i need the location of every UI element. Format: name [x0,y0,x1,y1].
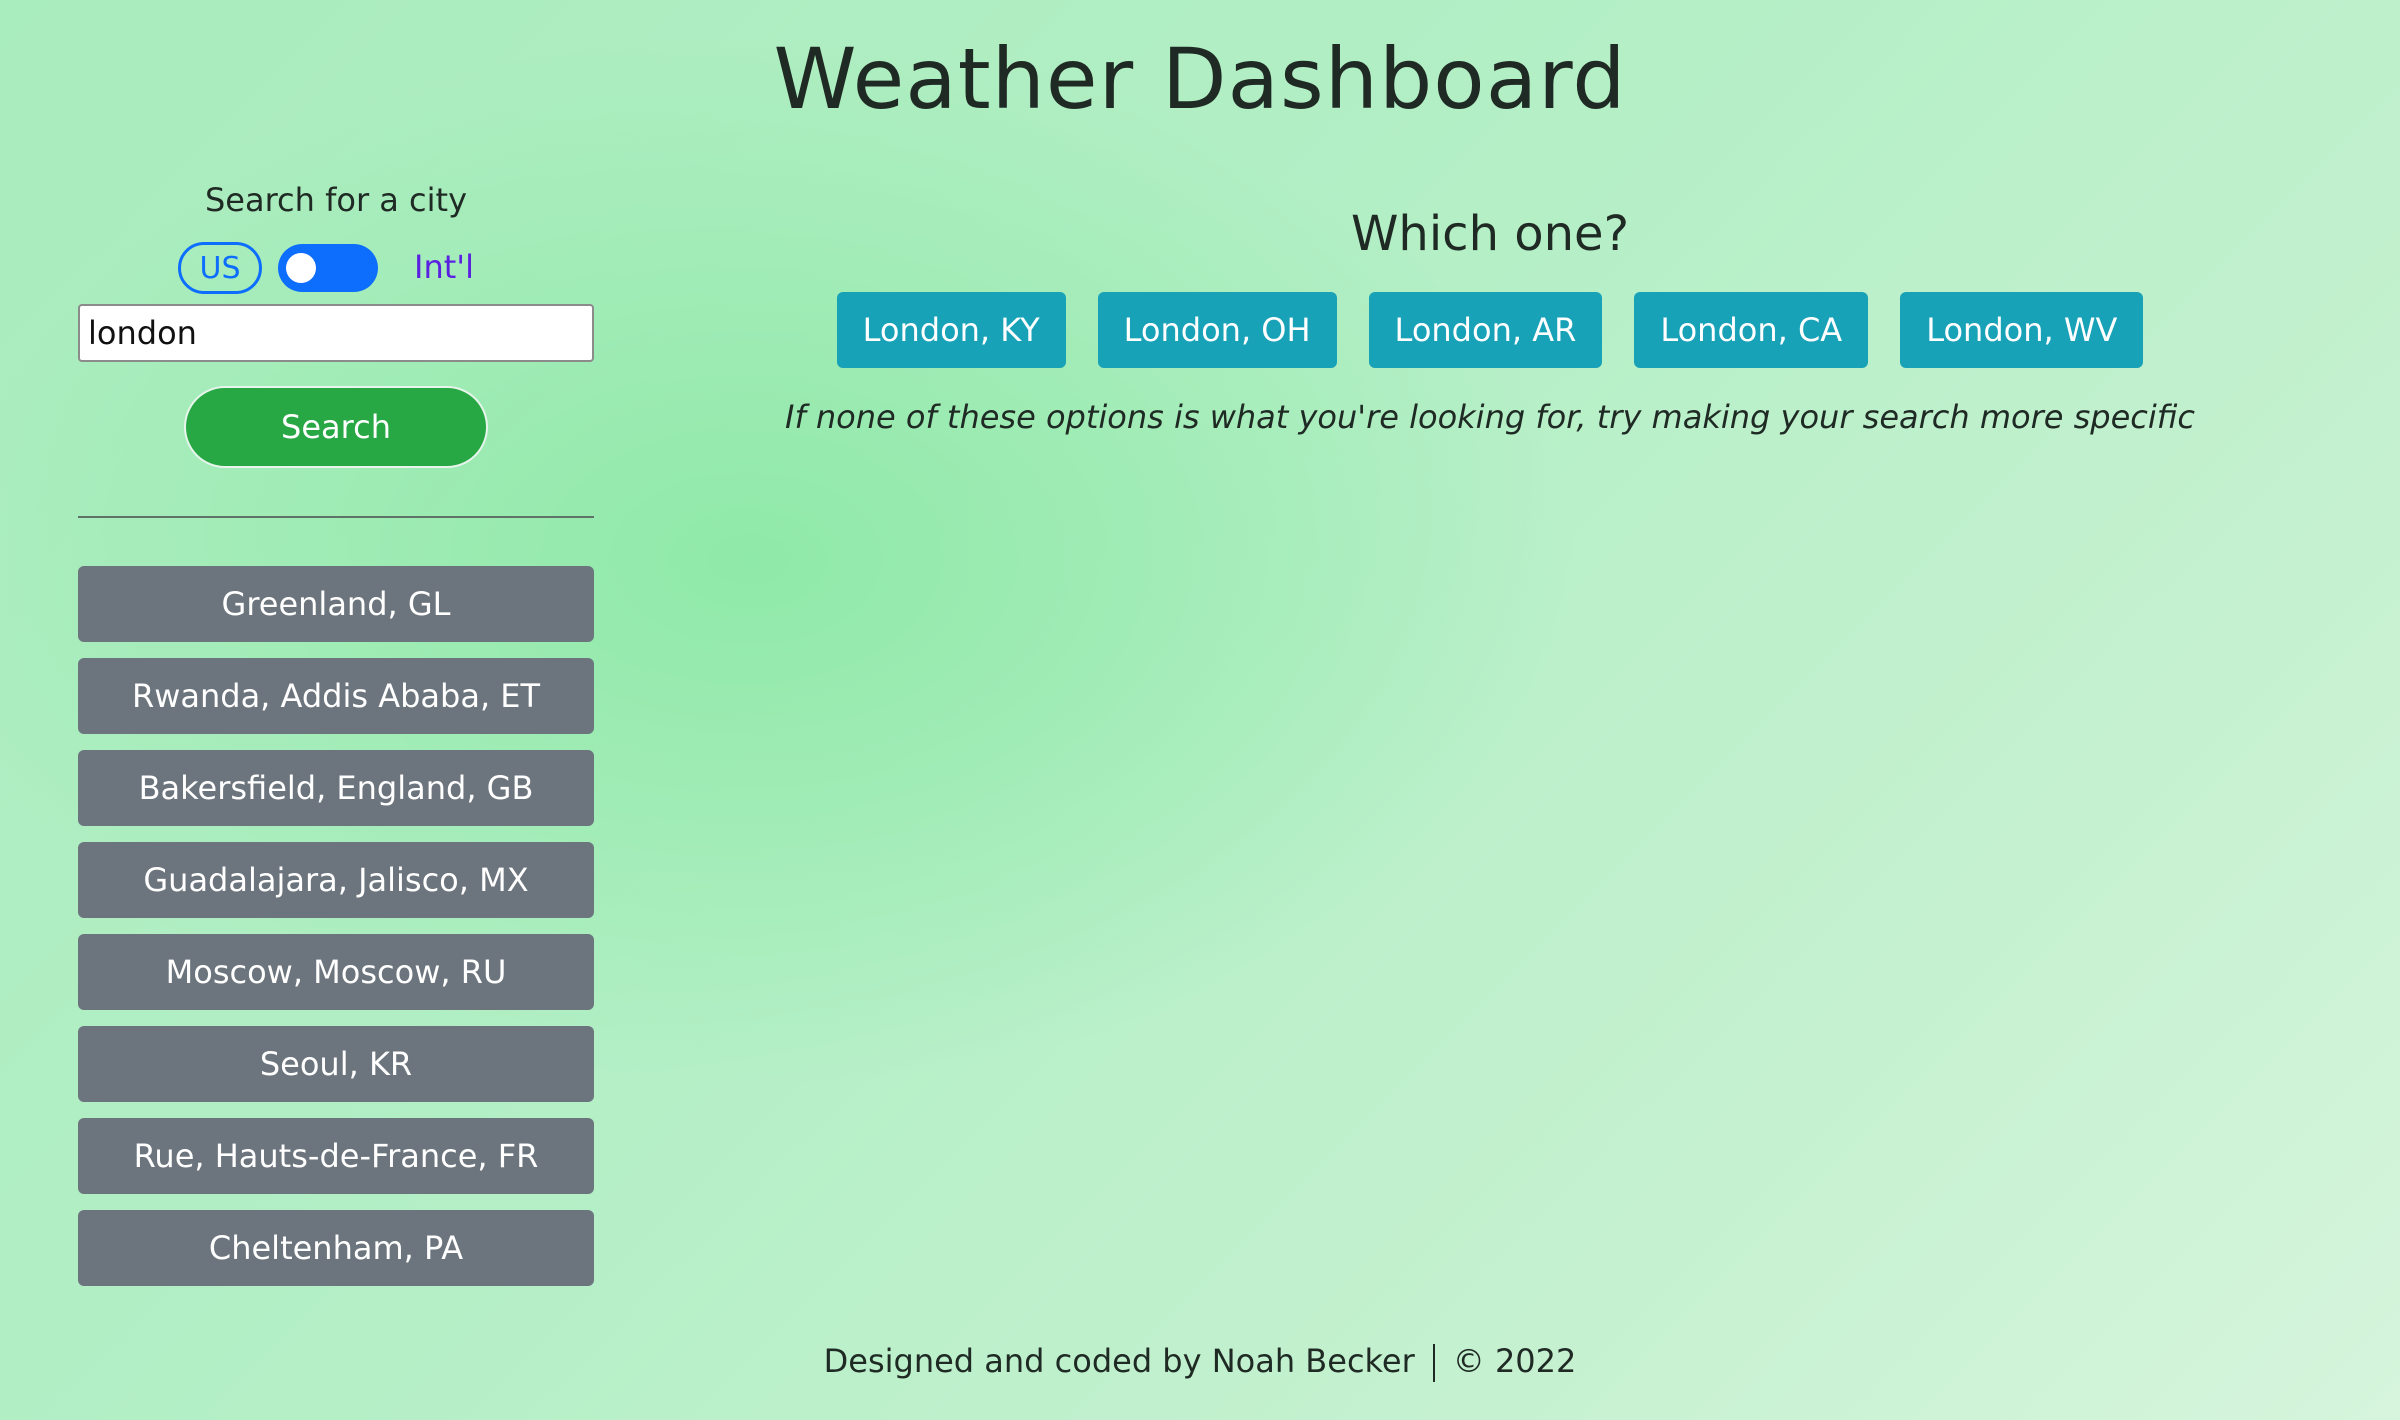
city-option-button[interactable]: London, OH [1097,292,1337,368]
us-intl-switch[interactable] [278,244,378,292]
city-options: London, KY London, OH London, AR London,… [740,292,2240,368]
switch-knob [286,253,316,283]
footer-copyright: © 2022 [1452,1342,1577,1380]
country-toggle: US Int'l [78,242,594,302]
city-option-button[interactable]: London, AR [1368,292,1603,368]
which-one-heading: Which one? [1350,206,1630,262]
us-toggle-label[interactable]: US [178,242,262,294]
divider [78,516,594,518]
intl-toggle-label[interactable]: Int'l [414,248,474,286]
history-item[interactable]: Cheltenham, PA [78,1210,594,1286]
footer-credit: Designed and coded by Noah Becker [823,1342,1415,1380]
search-button[interactable]: Search [184,386,488,468]
search-history: Greenland, GL Rwanda, Addis Ababa, ET Ba… [78,566,594,1286]
history-item[interactable]: Seoul, KR [78,1026,594,1102]
search-input[interactable] [78,304,594,362]
history-item[interactable]: Moscow, Moscow, RU [78,934,594,1010]
history-item[interactable]: Guadalajara, Jalisco, MX [78,842,594,918]
refine-search-hint: If none of these options is what you're … [785,398,2195,436]
city-choice-panel: Which one? London, KY London, OH London,… [740,200,2240,436]
city-option-button[interactable]: London, CA [1634,292,1869,368]
footer: Designed and coded by Noah Becker © 2022 [0,1342,2400,1382]
footer-separator [1432,1344,1435,1382]
history-item[interactable]: Bakersfield, England, GB [78,750,594,826]
history-item[interactable]: Rwanda, Addis Ababa, ET [78,658,594,734]
history-item[interactable]: Rue, Hauts-de-France, FR [78,1118,594,1194]
page-title: Weather Dashboard [773,30,1627,128]
history-item[interactable]: Greenland, GL [78,566,594,642]
city-option-button[interactable]: London, WV [1900,292,2144,368]
sidebar: Search for a city US Int'l Search Greenl… [78,170,594,1302]
search-label: Search for a city [204,181,468,219]
city-option-button[interactable]: London, KY [836,292,1066,368]
